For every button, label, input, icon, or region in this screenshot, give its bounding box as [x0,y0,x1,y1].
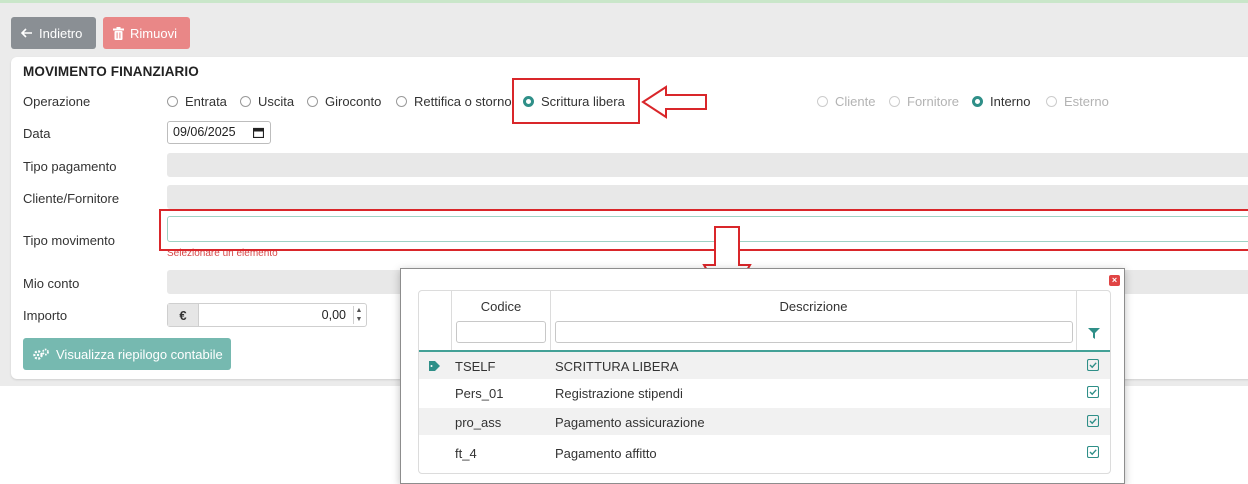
importo-label: Importo [23,308,68,323]
descrizione-header-label: Descrizione [779,299,848,314]
radio-esterno[interactable]: Esterno [1046,94,1109,109]
arrow-left-icon [21,28,33,38]
page-title: MOVIMENTO FINANZIARIO [23,64,199,79]
radio-entrata-label: Entrata [185,94,227,109]
row-codice: TSELF [455,359,496,374]
number-spinner[interactable]: ▲ ▼ [353,306,364,324]
radio-giroconto[interactable]: Giroconto [307,94,381,109]
radio-icon [307,96,318,107]
tag-icon [429,359,440,374]
grid-header-filter [1077,291,1110,351]
mio-conto-label: Mio conto [23,276,80,291]
tipo-pagamento-label: Tipo pagamento [23,159,117,174]
radio-selected-icon [972,96,983,107]
radio-scrittura-libera-label: Scrittura libera [541,94,625,109]
grid-header-descrizione: Descrizione [551,291,1077,351]
radio-selected-icon [523,96,534,107]
row-descrizione: SCRITTURA LIBERA [555,359,679,374]
tipo-pagamento-field [167,153,1248,177]
grid-row[interactable]: ft_4 Pagamento affitto [419,439,1110,466]
euro-addon: € [168,304,199,326]
riepilogo-contabile-label: Visualizza riepilogo contabile [56,346,223,362]
gears-icon [33,348,50,361]
descrizione-filter-input[interactable] [555,321,1073,343]
cliente-fornitore-label: Cliente/Fornitore [23,191,120,206]
back-button-label: Indietro [39,25,83,41]
remove-button-label: Rimuovi [130,25,177,41]
radio-esterno-label: Esterno [1064,94,1109,109]
filter-icon[interactable] [1088,327,1100,342]
tipo-movimento-grid: Codice Descrizione TSELF SCRITTURA LIBER… [418,290,1111,474]
row-descrizione: Pagamento assicurazione [555,415,705,430]
radio-rettifica[interactable]: Rettifica o storno [396,94,512,109]
radio-cliente[interactable]: Cliente [817,94,875,109]
radio-rettifica-label: Rettifica o storno [414,94,512,109]
operazione-label: Operazione [23,94,91,109]
tipo-movimento-label: Tipo movimento [23,233,115,248]
check-square-icon[interactable] [1086,358,1100,374]
calendar-icon[interactable] [252,127,265,141]
radio-icon [396,96,407,107]
radio-icon [1046,96,1057,107]
date-value: 09/06/2025 [173,125,236,139]
importo-input[interactable]: € 0,00 ▲ ▼ [167,303,367,327]
grid-header-codice: Codice [452,291,551,351]
row-codice: ft_4 [455,446,477,461]
radio-giroconto-label: Giroconto [325,94,382,109]
tipo-movimento-error: Selezionare un elemento [167,248,278,259]
trash-icon [113,26,124,40]
check-square-icon[interactable] [1086,414,1100,430]
grid-row[interactable]: TSELF SCRITTURA LIBERA [419,352,1110,379]
close-icon[interactable]: × [1109,275,1120,286]
radio-interno[interactable]: Interno [972,94,1030,109]
row-codice: pro_ass [455,415,502,430]
row-codice: Pers_01 [455,386,504,401]
grid-header-spacer [419,291,452,351]
radio-cliente-label: Cliente [835,94,876,109]
cliente-fornitore-field [167,185,1248,209]
radio-icon [240,96,251,107]
radio-icon [889,96,900,107]
check-square-icon[interactable] [1086,385,1100,401]
riepilogo-contabile-button[interactable]: Visualizza riepilogo contabile [23,338,231,370]
radio-icon [167,96,178,107]
codice-header-label: Codice [480,299,522,314]
radio-uscita-label: Uscita [258,94,295,109]
date-field[interactable]: 09/06/2025 [167,121,271,144]
radio-fornitore[interactable]: Fornitore [889,94,959,109]
radio-fornitore-label: Fornitore [907,94,960,109]
radio-entrata[interactable]: Entrata [167,94,227,109]
grid-row[interactable]: pro_ass Pagamento assicurazione [419,408,1110,435]
codice-filter-input[interactable] [456,321,546,343]
importo-value: 0,00 [321,308,346,322]
remove-button[interactable]: Rimuovi [103,17,190,49]
radio-uscita[interactable]: Uscita [240,94,294,109]
tipo-movimento-dropdown: × Codice Descrizione TSELF SCRITTURA LIB… [400,268,1125,484]
data-label: Data [23,126,51,141]
radio-scrittura-libera[interactable]: Scrittura libera [523,94,625,109]
row-descrizione: Registrazione stipendi [555,386,683,401]
grid-row[interactable]: Pers_01 Registrazione stipendi [419,379,1110,406]
check-square-icon[interactable] [1086,445,1100,461]
arrow-left-annotation-icon [641,85,707,119]
radio-interno-label: Interno [990,94,1031,109]
row-descrizione: Pagamento affitto [555,446,657,461]
radio-icon [817,96,828,107]
back-button[interactable]: Indietro [11,17,96,49]
